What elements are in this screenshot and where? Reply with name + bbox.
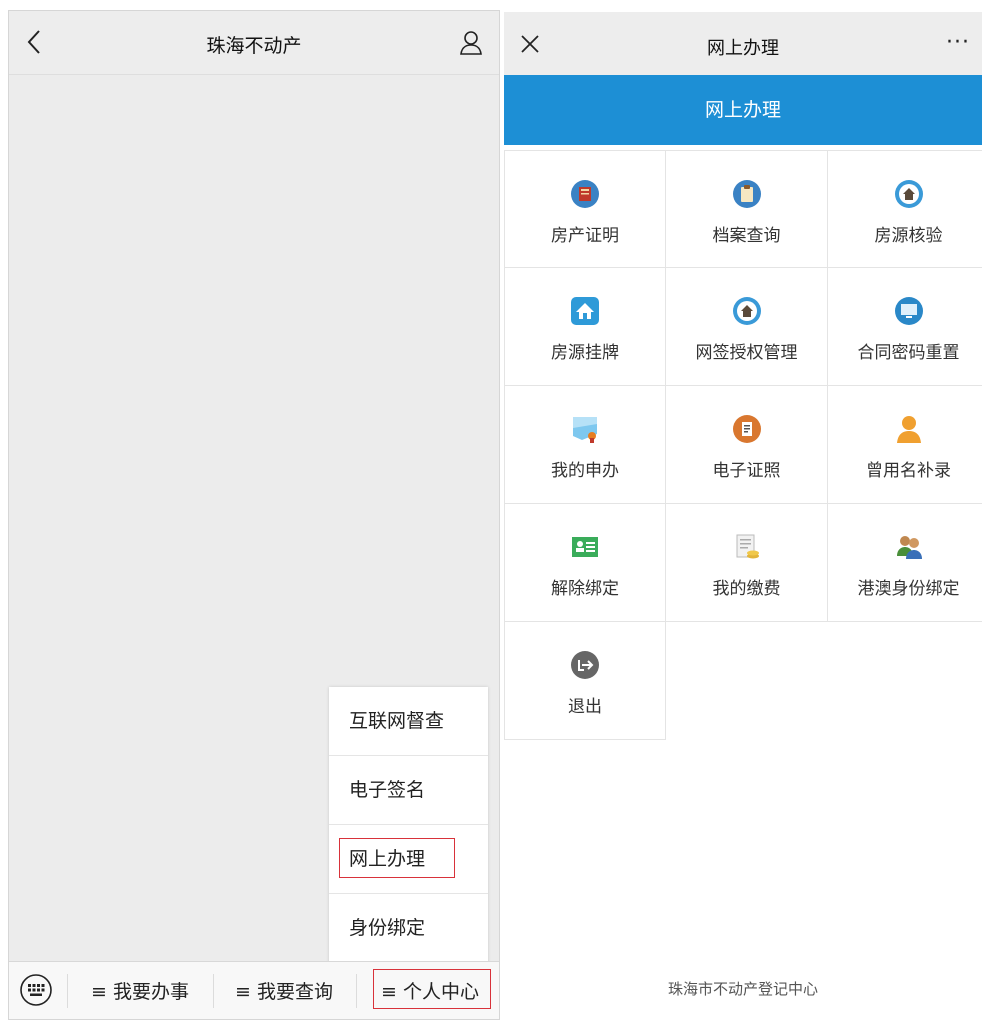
book-icon: [571, 180, 599, 208]
grid-item-label: 网签授权管理: [695, 343, 798, 363]
grid-item-e-sign-authorization[interactable]: 网签授权管理: [666, 268, 828, 386]
more-icon[interactable]: ···: [946, 32, 970, 54]
house-listing-icon: [571, 297, 599, 325]
exit-icon: [571, 651, 599, 679]
submenu-item-label: 互联网督查: [349, 710, 445, 732]
grid-item-label: 我的申办: [551, 461, 619, 481]
divider: [67, 974, 68, 1008]
left-screen: 珠海不动产 互联网督查 电子签名 网上办理 身份绑定 ≡ 我要办事 ≡ 我要查询…: [8, 10, 500, 1020]
grid-item-property-certificate[interactable]: 房产证明: [504, 150, 666, 268]
grid-item-my-applications[interactable]: 我的申办: [504, 386, 666, 504]
page-title: 珠海不动产: [206, 35, 302, 57]
submenu-item-e-signature[interactable]: 电子签名: [329, 756, 488, 825]
grid-item-label: 电子证照: [712, 461, 781, 481]
monitor-icon: [894, 297, 923, 325]
grid-item-label: 房源挂牌: [551, 343, 619, 363]
grid-item-label: 解除绑定: [551, 579, 619, 599]
menu-label: ≡ 我要办事: [91, 981, 189, 1003]
payment-icon: [736, 534, 759, 559]
divider: [356, 974, 357, 1008]
grid-item-archive-query[interactable]: 档案查询: [666, 150, 828, 268]
house-icon: [732, 297, 761, 325]
bottom-menu-bar: ≡ 我要办事 ≡ 我要查询 ≡ 个人中心: [9, 961, 499, 1019]
menu-i-want-to-handle[interactable]: ≡ 我要办事: [91, 977, 189, 1004]
certificate-icon: [573, 417, 597, 443]
nav-bar: 网上办理 ···: [504, 12, 982, 75]
grid-item-label: 我的缴费: [712, 579, 781, 599]
submenu-item-online-service[interactable]: 网上办理: [329, 825, 488, 894]
grid-item-label: 房源核验: [874, 226, 943, 246]
grid-item-hk-macau-id-binding[interactable]: 港澳身份绑定: [828, 504, 982, 622]
clipboard-icon: [732, 180, 761, 208]
page-title: 网上办理: [707, 38, 779, 59]
grid-item-label: 档案查询: [712, 226, 781, 246]
footer-text: 珠海市不动产登记中心: [667, 980, 818, 998]
grid-item-unbind[interactable]: 解除绑定: [504, 504, 666, 622]
grid-item-e-license[interactable]: 电子证照: [666, 386, 828, 504]
right-screen: 网上办理 ··· 网上办理 房产证明 档案查询 房源核验 房源挂牌 网签授权管理…: [504, 12, 982, 1023]
highlight-box: [373, 969, 491, 1009]
menu-label: ≡ 我要查询: [235, 981, 333, 1003]
grid-item-label: 曾用名补录: [866, 461, 951, 481]
user-icon: [896, 416, 921, 443]
banner-header: 网上办理: [504, 75, 982, 145]
submenu-item-internet-inspection[interactable]: 互联网督查: [329, 687, 488, 756]
keyboard-icon[interactable]: [19, 973, 53, 1007]
menu-personal-center[interactable]: ≡ 个人中心: [373, 969, 491, 1009]
person-icon[interactable]: [457, 29, 485, 57]
submenu-item-label: 身份绑定: [349, 917, 426, 939]
divider: [213, 974, 214, 1008]
grid-item-logout[interactable]: 退出: [504, 622, 666, 740]
submenu-item-identity-binding[interactable]: 身份绑定: [329, 894, 488, 963]
grid-item-label: 退出: [568, 697, 602, 717]
document-icon: [732, 415, 761, 443]
house-icon: [894, 180, 923, 208]
grid-item-contract-password-reset[interactable]: 合同密码重置: [828, 268, 982, 386]
submenu-item-label: 电子签名: [349, 779, 426, 801]
grid-item-listing-verification[interactable]: 房源核验: [828, 150, 982, 268]
grid-item-label: 港澳身份绑定: [857, 579, 960, 599]
grid-item-my-payments[interactable]: 我的缴费: [666, 504, 828, 622]
highlight-box: [339, 838, 455, 878]
submenu-popup: 互联网督查 电子签名 网上办理 身份绑定: [329, 687, 488, 964]
nav-bar: 珠海不动产: [9, 11, 499, 75]
grid-item-label: 房产证明: [551, 226, 619, 246]
grid-item-former-name-entry[interactable]: 曾用名补录: [828, 386, 982, 504]
grid-item-label: 合同密码重置: [857, 343, 960, 363]
grid-item-listing-post[interactable]: 房源挂牌: [504, 268, 666, 386]
menu-i-want-to-query[interactable]: ≡ 我要查询: [235, 977, 333, 1004]
id-card-icon: [572, 537, 598, 557]
people-icon: [896, 536, 922, 559]
